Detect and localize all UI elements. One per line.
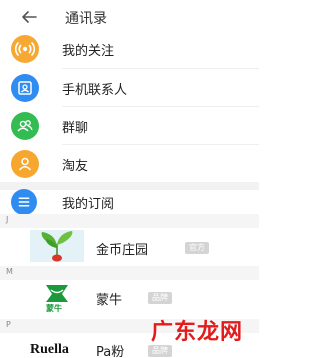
- menu-item-taoyou[interactable]: 淘友: [0, 146, 259, 182]
- contact-card-icon: [11, 74, 39, 102]
- watermark: 广东龙网: [150, 319, 243, 345]
- section-letter: J: [6, 215, 9, 224]
- radio-waves-icon: [11, 35, 39, 63]
- entry-name: Pa粉: [96, 345, 125, 358]
- menu-item-subscriptions[interactable]: 我的订阅: [0, 187, 259, 217]
- menu-item-phone-contacts[interactable]: 手机联系人: [0, 70, 259, 106]
- section-letter: M: [6, 267, 13, 276]
- page-title: 通讯录: [65, 11, 107, 27]
- mengniu-logo: 蒙牛: [40, 282, 74, 314]
- divider: [62, 106, 259, 107]
- menu-label: 群聊: [62, 121, 89, 136]
- menu-label: 我的订阅: [62, 197, 115, 212]
- list-item-jinbi[interactable]: 金币庄园 官方: [0, 228, 259, 264]
- menu-label: 手机联系人: [62, 83, 128, 98]
- menu-item-group-chat[interactable]: 群聊: [0, 108, 259, 144]
- brand-badge: 品牌: [148, 292, 172, 304]
- section-letter: P: [6, 320, 11, 329]
- menu-item-following[interactable]: 我的关注: [0, 31, 259, 67]
- group-icon: [11, 112, 39, 140]
- brand-badge: 品牌: [148, 345, 172, 357]
- menu-label: 淘友: [62, 159, 89, 174]
- section-header-m: M: [0, 266, 259, 280]
- divider: [62, 144, 259, 145]
- entry-name: 金币庄园: [96, 243, 149, 258]
- section-header-j: J: [0, 214, 259, 228]
- menu-label: 我的关注: [62, 44, 115, 59]
- ruella-logo: Ruella: [30, 342, 69, 357]
- list-item-mengniu[interactable]: 蒙牛 蒙牛 品牌: [0, 280, 259, 318]
- official-badge: 官方: [185, 242, 209, 254]
- plant-icon: [30, 230, 84, 262]
- divider: [62, 68, 259, 69]
- header: 通讯录: [0, 0, 259, 34]
- arrow-left-icon[interactable]: [18, 6, 40, 28]
- entry-name: 蒙牛: [96, 293, 123, 308]
- user-icon: [11, 150, 39, 178]
- logo-text: 蒙牛: [46, 304, 62, 313]
- list-icon: [11, 189, 37, 215]
